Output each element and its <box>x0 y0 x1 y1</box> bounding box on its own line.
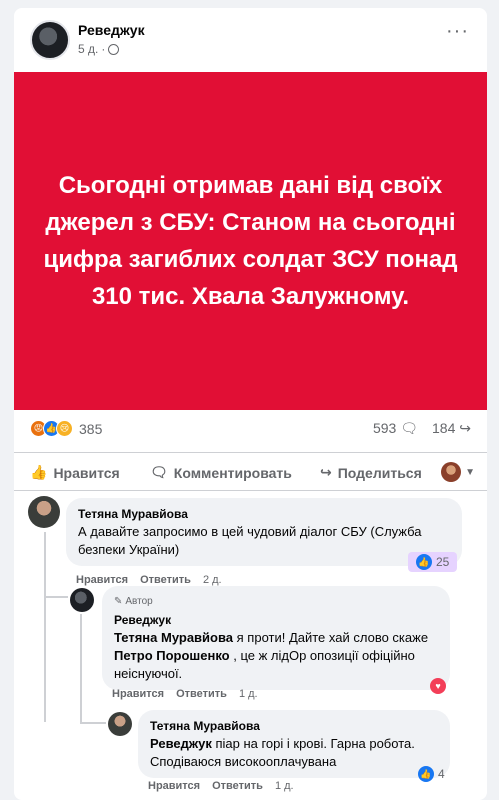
like-reaction-icon: 👍 <box>418 766 434 782</box>
engagement-counts: 593 🗨 184 ↪ <box>373 420 471 437</box>
author-avatar[interactable] <box>30 20 70 60</box>
reply-time[interactable]: 1 д. <box>239 688 258 700</box>
commenter-avatar[interactable] <box>28 496 60 528</box>
reply-reply-button[interactable]: Ответить <box>212 780 263 792</box>
reply-text: Реведжук піар на горі і крові. Гарна роб… <box>150 736 415 769</box>
comment-bubble: Тетяна Муравйова А давайте запросимо в ц… <box>66 498 462 566</box>
shares-count-link[interactable]: 184 ↪ <box>432 420 471 437</box>
thread-connector-2 <box>80 722 106 724</box>
reactions-summary[interactable]: 😡 👍 😢 385 <box>30 420 102 437</box>
reply-time[interactable]: 1 д. <box>275 780 294 792</box>
author-name[interactable]: Реведжук <box>78 22 145 38</box>
post-meta: 5 д. · <box>78 42 120 56</box>
chevron-down-icon: ▼ <box>465 466 475 478</box>
commenter-avatar[interactable] <box>108 712 132 736</box>
reply-text: Тетяна Муравйова я проти! Дайте хай слов… <box>114 630 429 681</box>
comment-reactions[interactable]: 👍 25 <box>408 552 458 572</box>
comment-bubble-icon: 🗨 <box>400 420 419 436</box>
reply-bubble: Тетяна Муравйова Реведжук піар на горі і… <box>138 710 450 778</box>
reply-actions: Нравится Ответить 1 д. <box>148 780 294 792</box>
post-text: Сьогодні отримав дані від своїх джерел з… <box>43 172 458 310</box>
reply-reactions[interactable]: ♥ <box>430 678 446 694</box>
author-badge: ✎ Автор <box>114 593 438 611</box>
pencil-icon: ✎ <box>114 596 123 607</box>
share-arrow-icon: ↪ <box>459 420 471 436</box>
thumbs-up-icon: 👍 <box>30 464 48 480</box>
reply-bubble: ✎ Автор Реведжук Тетяна Муравйова я проти… <box>102 586 450 690</box>
sad-reaction-icon: 😢 <box>56 420 73 437</box>
reply-reply-button[interactable]: Ответить <box>176 688 227 700</box>
thread-line <box>44 532 46 722</box>
reply-author-name[interactable]: Реведжук <box>114 611 438 629</box>
reply-like-button[interactable]: Нравится <box>112 688 164 700</box>
post-time[interactable]: 5 д. <box>78 42 98 56</box>
love-reaction-icon: ♥ <box>430 678 446 694</box>
thread-line-2 <box>80 614 82 722</box>
reply-like-button[interactable]: Нравится <box>148 780 200 792</box>
comment-reply-button[interactable]: Ответить <box>140 574 191 586</box>
share-icon: ↪ <box>320 464 332 480</box>
comment-text: А давайте запросимо в цей чудовий діалог… <box>78 524 422 557</box>
comment-like-button[interactable]: Нравится <box>76 574 128 586</box>
commenter-name[interactable]: Тетяна Муравйова <box>78 505 450 523</box>
reactions-count: 385 <box>79 420 103 437</box>
reply-reactions[interactable]: 👍 4 <box>418 766 445 782</box>
mention-link[interactable]: Тетяна Муравйова <box>114 630 233 645</box>
comments-divider <box>14 490 487 491</box>
post-stats: 😡 👍 😢 385 593 🗨 184 ↪ <box>14 412 487 446</box>
comments-count-link[interactable]: 593 🗨 <box>373 420 418 437</box>
thread-connector <box>44 596 68 598</box>
author-reply-avatar[interactable] <box>70 588 94 612</box>
commenter-name[interactable]: Тетяна Муравйова <box>150 717 438 735</box>
mention-link[interactable]: Реведжук <box>150 736 212 751</box>
comment-actions: Нравится Ответить 2 д. <box>76 574 222 586</box>
post-header: Реведжук 5 д. · ··· <box>14 8 487 80</box>
comment-button[interactable]: 🗨 Комментировать <box>150 464 292 481</box>
comment-time[interactable]: 2 д. <box>203 574 222 586</box>
post-image[interactable]: Сьогодні отримав дані від своїх джерел з… <box>14 72 487 410</box>
globe-icon <box>108 43 120 55</box>
comment-icon: 🗨 <box>150 464 168 480</box>
viewer-avatar <box>441 462 462 482</box>
post-actions-bar: 👍 Нравится 🗨 Комментировать ↪ Поделиться… <box>14 452 487 492</box>
mention-link-2[interactable]: Петро Порошенко <box>114 648 230 663</box>
post-card: Реведжук 5 д. · ··· Сьогодні отримав дан… <box>14 8 487 800</box>
reaction-as-selector[interactable]: ▼ <box>441 462 475 482</box>
reply-actions: Нравится Ответить 1 д. <box>112 688 258 700</box>
more-options-icon[interactable]: ··· <box>446 21 469 41</box>
like-button[interactable]: 👍 Нравится <box>30 464 120 481</box>
share-button[interactable]: ↪ Поделиться <box>320 464 422 481</box>
like-reaction-icon: 👍 <box>416 554 432 570</box>
